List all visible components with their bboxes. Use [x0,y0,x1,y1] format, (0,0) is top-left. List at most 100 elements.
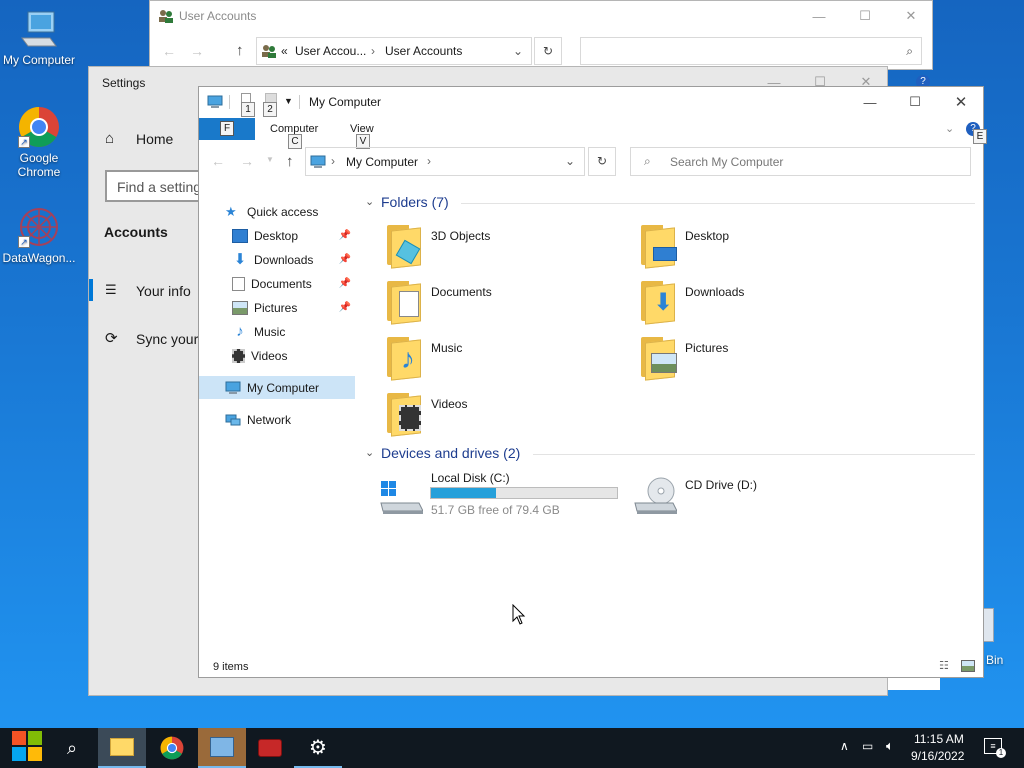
folder-downloads-icon: ⬇ [639,281,677,325]
large-icons-view-icon[interactable] [961,660,975,672]
up-button[interactable]: ↑ [286,153,294,170]
settings-taskbar-button[interactable]: ⚙ [294,728,342,768]
desktop-icon-my-computer[interactable]: My Computer [0,8,78,67]
close-button[interactable]: ✕ [938,87,984,117]
start-button[interactable] [0,728,48,768]
breadcrumb-item[interactable]: My Computer [346,155,418,169]
keytip-badge: E [973,129,987,144]
user-accounts-taskbar-button[interactable] [198,728,246,768]
maximize-button[interactable]: ☐ [892,87,938,117]
refresh-button[interactable]: ↻ [588,147,616,176]
nav-item-music[interactable]: ♪ Music [199,320,355,343]
settings-home-link[interactable]: Home [136,131,173,147]
drive-usage-fill [431,488,497,498]
forward-button[interactable]: → [190,43,204,59]
drive-cd-d[interactable]: CD Drive (D:) [633,471,833,521]
home-icon: ⌂ [105,130,115,147]
volume-tray-icon[interactable]: 🔈︎ [886,738,894,754]
breadcrumb-item[interactable]: User Accounts [385,44,462,58]
search-input[interactable]: ⌕ [580,37,922,65]
drive-label: Local Disk (C:) [431,471,510,485]
nav-item-my-computer[interactable]: My Computer [199,376,355,399]
folder-videos[interactable]: Videos [385,393,625,443]
nav-item-videos[interactable]: Videos [199,344,355,367]
pin-icon[interactable]: 📌 [339,230,351,241]
chrome-taskbar-button[interactable] [148,728,196,768]
pin-icon[interactable]: 📌 [339,254,351,265]
nav-item-documents[interactable]: Documents 📌 [199,272,355,295]
search-icon[interactable]: ⌕ [48,728,96,768]
details-view-icon[interactable]: ☷ [939,661,953,673]
section-collapse-chevron-icon[interactable]: ⌄ [365,446,374,459]
folder-desktop[interactable]: Desktop [639,225,879,275]
desktop-icon-label: Bin [986,653,1004,667]
nav-label: Network [247,412,292,427]
nav-item-downloads[interactable]: ⬇ Downloads 📌 [199,248,355,271]
file-explorer-taskbar-button[interactable] [98,728,146,768]
search-input[interactable]: ⌕ Search My Computer [630,147,971,176]
settings-item-sync[interactable]: Sync your [136,331,198,347]
back-button[interactable]: ← [211,153,225,169]
folder-3d-objects[interactable]: 3D Objects [385,225,625,275]
folder-label: Pictures [685,341,729,355]
nav-item-pictures[interactable]: Pictures 📌 [199,296,355,319]
folder-music[interactable]: ♪ Music [385,337,625,387]
star-icon: ★ [225,203,237,219]
network-icon [225,413,241,427]
nav-label: Pictures [254,300,298,315]
minimize-button[interactable]: — [847,87,893,117]
desktop-icon-datawagon[interactable]: ↗ DataWagon... [0,206,78,265]
desktop-icon-label: My Computer [2,53,76,67]
qat-customize-chevron-icon[interactable]: ▼ [284,96,293,106]
maximize-button[interactable]: ☐ [842,1,888,31]
nav-label: Music [254,324,286,339]
folders-section-header[interactable]: Folders (7) [381,194,449,210]
breadcrumb-overflow[interactable]: « [281,44,288,58]
refresh-button[interactable]: ↻ [534,37,562,65]
up-button[interactable]: ↑ [236,42,244,59]
nav-item-network[interactable]: Network [199,408,355,431]
section-divider [461,203,975,204]
folder-label: Music [431,341,463,355]
cd-drive-icon [633,475,678,515]
drive-local-disk-c[interactable]: Local Disk (C:) 51.7 GB free of 79.4 GB [379,471,639,521]
close-button[interactable]: ✕ [888,1,934,31]
section-collapse-chevron-icon[interactable]: ⌄ [365,195,374,208]
folder-desktop-icon [639,225,677,269]
address-bar[interactable]: « User Accou... › User Accounts ⌄ [256,37,532,65]
ribbon-file-tab[interactable]: F [199,118,255,140]
pin-icon[interactable]: 📌 [339,302,351,313]
chrome-icon: ↗ [18,106,60,148]
folder-downloads[interactable]: ⬇ Downloads [639,281,879,331]
sync-icon: ⟳ [105,330,118,347]
network-tray-icon[interactable]: ▭ [862,739,873,753]
nav-item-desktop[interactable]: Desktop 📌 [199,224,355,247]
pin-icon[interactable]: 📌 [339,278,351,289]
user-accounts-window[interactable]: User Accounts — ☐ ✕ ← → ↑ « User Accou..… [149,0,933,70]
desktop-icon-google-chrome[interactable]: ↗ Google Chrome [0,106,78,179]
clock-time[interactable]: 11:15 AM [914,732,964,746]
chevron-down-icon[interactable]: ⌄ [565,154,575,168]
nav-quick-access[interactable]: ★ Quick access [199,200,355,223]
users-icon [158,9,174,23]
minimize-button[interactable]: — [796,1,842,31]
music-note-icon: ♪ [236,322,244,340]
address-bar[interactable]: › My Computer › ⌄ [305,147,585,176]
forward-button[interactable]: → [240,153,254,169]
search-icon: ⌕ [906,44,913,58]
clock-date[interactable]: 9/16/2022 [911,749,964,763]
show-hidden-icons-chevron-icon[interactable]: ∧ [840,739,849,753]
settings-item-your-info[interactable]: Your info [136,283,191,299]
back-button[interactable]: ← [162,43,176,59]
chevron-down-icon[interactable]: ⌄ [513,44,523,58]
folder-documents[interactable]: Documents [385,281,625,331]
breadcrumb-item[interactable]: User Accou... [295,44,366,58]
navigation-pane[interactable]: ★ Quick access Desktop 📌 ⬇ Downloads 📌 D… [199,199,357,659]
keytip-badge: F [220,121,234,136]
folder-pictures[interactable]: Pictures [639,337,879,387]
ribbon-expand-chevron-icon[interactable]: ⌄ [945,122,954,135]
recent-locations-chevron-icon[interactable]: ▼ [266,155,274,164]
file-explorer-window[interactable]: 1 2 ▼ My Computer — ☐ ✕ F Computer C Vie… [198,86,987,678]
app-taskbar-button[interactable] [246,728,294,768]
devices-section-header[interactable]: Devices and drives (2) [381,445,520,461]
